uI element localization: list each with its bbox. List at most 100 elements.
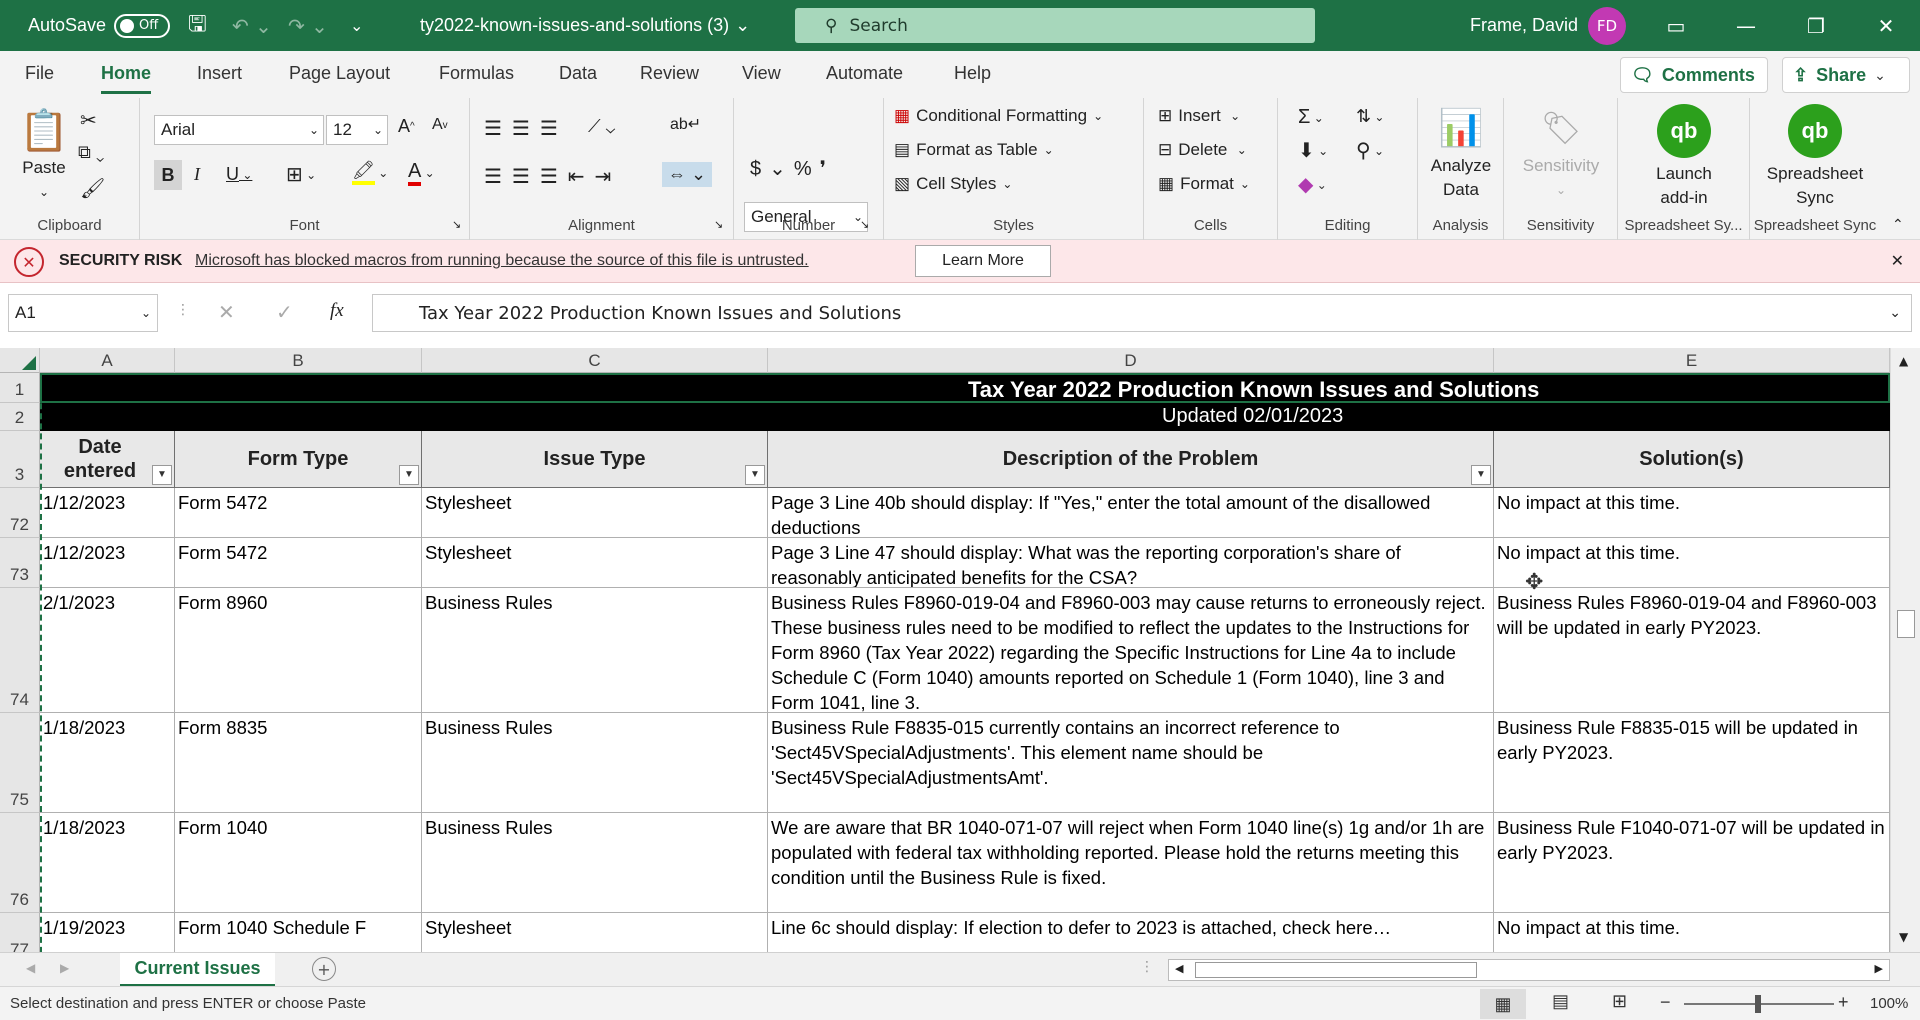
row-header-72[interactable]: 72 [0, 488, 40, 538]
customize-qat-icon[interactable]: ⌄ [350, 0, 363, 51]
row-header-1[interactable]: 1 [0, 373, 40, 403]
borders-icon[interactable]: ⊞ ⌄ [286, 162, 316, 187]
search-box[interactable]: ⚲ Search [795, 8, 1315, 43]
zoom-thumb[interactable] [1755, 995, 1761, 1013]
name-box[interactable]: A1 ⌄ [8, 294, 158, 332]
restore-icon[interactable]: ❐ [1786, 0, 1846, 51]
zoom-out-icon[interactable]: − [1660, 992, 1671, 1013]
table-cell-date[interactable]: 1/19/2023 [40, 913, 175, 952]
table-cell-description[interactable]: We are aware that BR 1040-071-07 will re… [768, 813, 1494, 913]
scroll-down-icon[interactable]: ▼ [1899, 930, 1908, 944]
filter-dropdown-icon[interactable]: ▼ [1471, 465, 1491, 485]
table-cell-form[interactable]: Form 5472 [175, 538, 422, 588]
filter-dropdown-icon[interactable]: ▼ [399, 465, 419, 485]
orientation-icon[interactable]: ⟋ ⌄ [588, 116, 615, 137]
spreadsheet-sync-button[interactable]: qb Spreadsheet Sync [1750, 104, 1880, 210]
wrap-text-icon[interactable]: ab↵ [670, 114, 701, 134]
column-header-e[interactable]: E [1494, 348, 1890, 373]
tab-automate[interactable]: Automate [826, 63, 903, 84]
dialog-launcher-icon[interactable]: ↘ [714, 218, 723, 231]
enter-icon[interactable]: ✓ [276, 300, 293, 324]
zoom-level[interactable]: 100% [1870, 995, 1908, 1012]
filename-dropdown[interactable]: ty2022-known-issues-and-solutions (3) ⌄ [420, 0, 750, 51]
table-cell-form[interactable]: Form 1040 Schedule F [175, 913, 422, 952]
tab-data[interactable]: Data [559, 63, 597, 84]
scroll-thumb[interactable] [1897, 610, 1915, 638]
table-cell-solution[interactable]: No impact at this time. [1494, 913, 1890, 952]
dialog-launcher-icon[interactable]: ↘ [860, 218, 869, 231]
table-cell-issue[interactable]: Stylesheet [422, 538, 768, 588]
row-header-75[interactable]: 75 [0, 713, 40, 813]
scroll-right-icon[interactable]: ▶ [1875, 962, 1883, 975]
launch-addin-button[interactable]: qb Launch add-in [1628, 104, 1740, 210]
page-break-view-icon[interactable]: ⊞ [1612, 991, 1627, 1012]
normal-view-icon[interactable]: ▦ [1480, 989, 1526, 1019]
table-cell-issue[interactable]: Stylesheet [422, 913, 768, 952]
minimize-icon[interactable]: — [1716, 0, 1776, 51]
comments-button[interactable]: 🗨 Comments [1620, 57, 1768, 93]
table-cell-description[interactable]: Page 3 Line 40b should display: If "Yes,… [768, 488, 1494, 538]
h-scroll-thumb[interactable] [1195, 962, 1477, 978]
add-sheet-icon[interactable]: + [312, 957, 336, 981]
learn-more-button[interactable]: Learn More [915, 245, 1051, 277]
sort-filter-icon[interactable]: ⇅ ⌄ [1356, 106, 1384, 127]
table-cell-description[interactable]: Page 3 Line 47 should display: What was … [768, 538, 1494, 588]
insert-cells-button[interactable]: ⊞ Insert ⌄ [1158, 106, 1240, 126]
zoom-in-icon[interactable]: + [1838, 992, 1849, 1013]
close-window-icon[interactable]: ✕ [1856, 0, 1916, 51]
bold-button[interactable]: B [154, 160, 182, 190]
table-cell-issue[interactable]: Stylesheet [422, 488, 768, 538]
table-cell-date[interactable]: 1/12/2023 [40, 538, 175, 588]
collapse-ribbon-icon[interactable]: ⌃ [1892, 216, 1904, 233]
security-message[interactable]: Microsoft has blocked macros from runnin… [195, 252, 809, 270]
close-icon[interactable]: ✕ [1891, 251, 1904, 270]
redo-icon[interactable]: ↷ ⌄ [288, 0, 328, 51]
row-header-2[interactable]: 2 [0, 403, 40, 431]
table-cell-date[interactable]: 2/1/2023 [40, 588, 175, 713]
underline-button[interactable]: U ⌄ [226, 164, 252, 185]
tab-review[interactable]: Review [640, 63, 699, 84]
formula-input[interactable]: Tax Year 2022 Production Known Issues an… [372, 294, 1912, 332]
copy-icon[interactable]: ⧉ ⌄ [78, 142, 104, 163]
table-cell-issue[interactable]: Business Rules [422, 713, 768, 813]
table-cell-date[interactable]: 1/18/2023 [40, 713, 175, 813]
table-cell-solution[interactable]: Business Rules F8960-019-04 and F8960-00… [1494, 588, 1890, 713]
vertical-align-icons[interactable]: ☰☰☰ [484, 116, 568, 141]
table-cell-description[interactable]: Business Rule F8835-015 currently contai… [768, 713, 1494, 813]
table-cell-form[interactable]: Form 5472 [175, 488, 422, 538]
filter-dropdown-icon[interactable]: ▼ [745, 465, 765, 485]
cut-icon[interactable]: ✂ [80, 108, 97, 133]
ribbon-display-icon[interactable]: ▭ [1646, 0, 1706, 51]
avatar[interactable]: FD [1588, 6, 1626, 45]
table-cell-description[interactable]: Business Rules F8960-019-04 and F8960-00… [768, 588, 1494, 713]
table-cell-date[interactable]: 1/18/2023 [40, 813, 175, 913]
cancel-icon[interactable]: ✕ [218, 300, 235, 324]
spreadsheet-grid[interactable]: A B C D E 1 2 3 72 73 74 75 76 77 Tax Ye… [0, 348, 1920, 952]
scroll-up-icon[interactable]: ▲ [1899, 354, 1908, 368]
tab-insert[interactable]: Insert [197, 63, 242, 84]
clear-icon[interactable]: ◆ ⌄ [1298, 172, 1327, 197]
scroll-left-icon[interactable]: ◀ [1175, 962, 1183, 975]
column-header-d[interactable]: D [768, 348, 1494, 373]
table-cell-issue[interactable]: Business Rules [422, 588, 768, 713]
undo-icon[interactable]: ↶ ⌄ [232, 0, 272, 51]
italic-button[interactable]: I [194, 164, 200, 185]
decrease-font-icon[interactable]: Av [432, 116, 448, 134]
paste-button[interactable]: 📋 Paste ⌄ [14, 106, 74, 204]
table-cell-solution[interactable]: No impact at this time. [1494, 488, 1890, 538]
analyze-data-button[interactable]: 📊 Analyze Data [1426, 102, 1496, 202]
sheet-tab-current-issues[interactable]: Current Issues [120, 953, 275, 987]
insert-function-icon[interactable]: fx [330, 300, 344, 322]
table-cell-solution[interactable]: No impact at this time. [1494, 538, 1890, 588]
currency-percent-comma-icons[interactable]: $⌄%❜ [750, 156, 834, 181]
row-header-74[interactable]: 74 [0, 588, 40, 713]
table-cell-form[interactable]: Form 1040 [175, 813, 422, 913]
table-cell-form[interactable]: Form 8960 [175, 588, 422, 713]
autosum-icon[interactable]: Σ ⌄ [1298, 106, 1324, 129]
merge-center-icon[interactable]: ⇔ ⌄ [662, 162, 713, 187]
table-cell-solution[interactable]: Business Rule F1040-071-07 will be updat… [1494, 813, 1890, 913]
tab-help[interactable]: Help [954, 63, 991, 84]
tab-file[interactable]: File [25, 63, 54, 84]
font-size-select[interactable]: 12 ⌄ [326, 115, 388, 145]
scroll-tabs-left-icon[interactable]: ◀ [26, 961, 35, 975]
